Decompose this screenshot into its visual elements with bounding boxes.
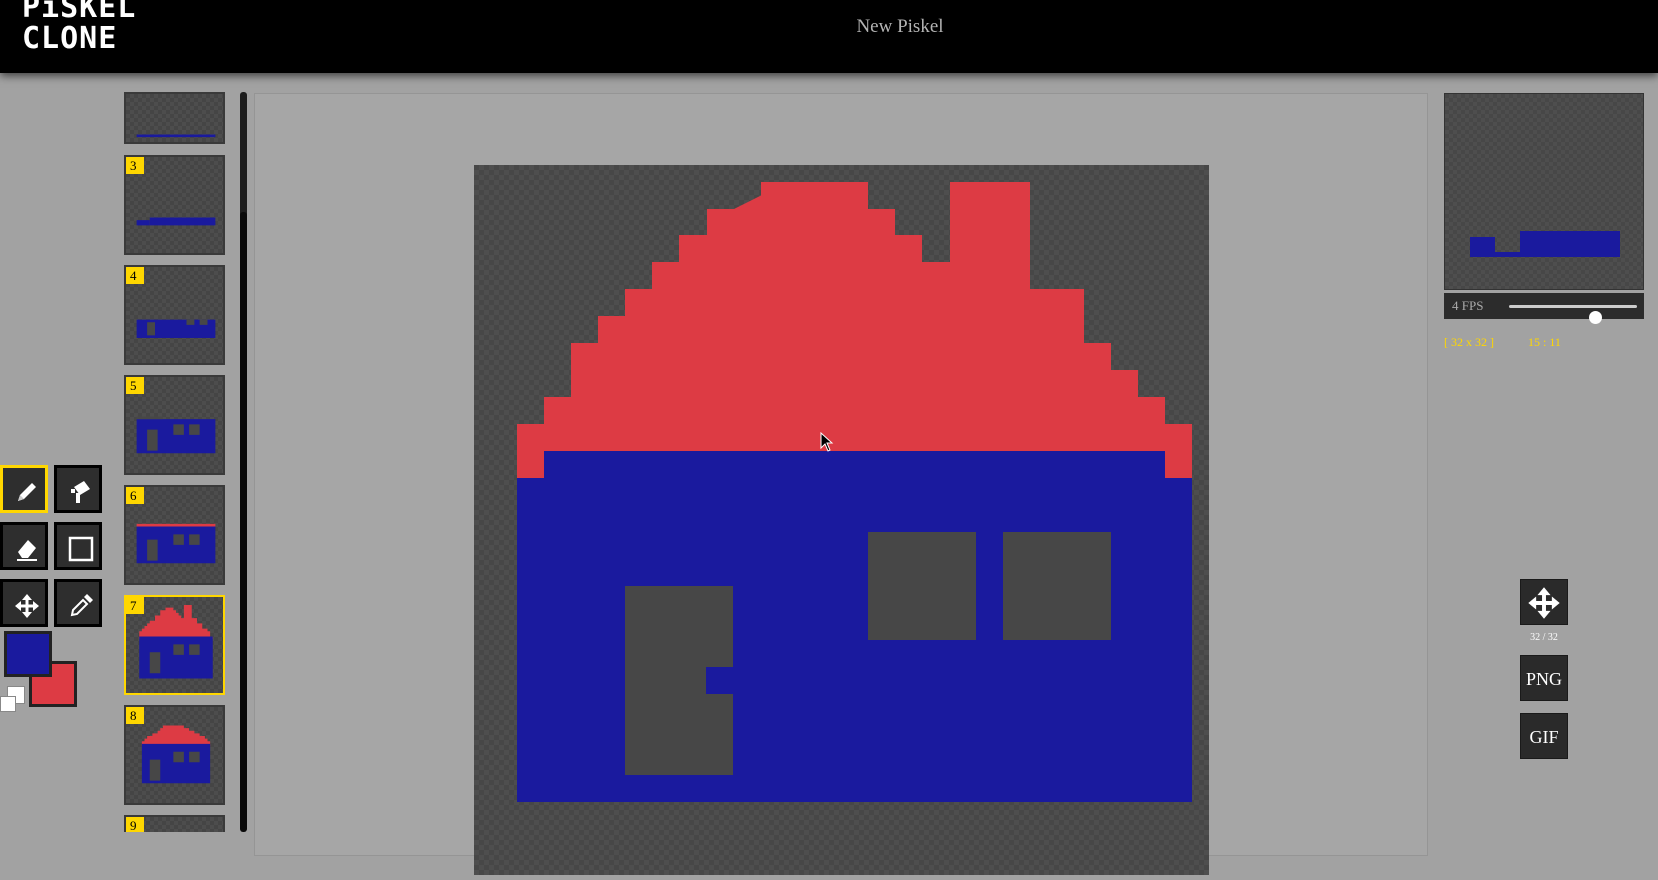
- move-arrows-icon: [1528, 587, 1560, 619]
- canvas-size-indicator: [ 32 x 32 ]: [1444, 335, 1494, 349]
- frame-thumbnail[interactable]: 5: [124, 375, 225, 475]
- frame-preview: [139, 605, 213, 679]
- frame-preview: [141, 725, 211, 784]
- move-tool-button[interactable]: [0, 579, 48, 627]
- frames-list: 3 4 5 6 7 8 9: [124, 92, 226, 832]
- frame-thumbnail[interactable]: 3: [124, 155, 225, 255]
- frames-scrollbar-thumb[interactable]: [240, 212, 247, 832]
- frame-thumbnail-selected[interactable]: 7: [124, 595, 225, 695]
- fps-label: 4 FPS: [1452, 298, 1484, 313]
- primary-color-swatch[interactable]: [4, 631, 52, 677]
- frames-scrollbar[interactable]: [240, 92, 247, 832]
- frame-preview: [136, 319, 216, 338]
- pixel-art-house: [517, 182, 1192, 802]
- fps-slider-knob[interactable]: [1589, 311, 1602, 324]
- frame-thumbnail[interactable]: 9: [124, 815, 225, 832]
- pencil-icon: [18, 483, 36, 501]
- eraser-tool-button[interactable]: [0, 522, 48, 570]
- mouse-cursor-icon: [820, 432, 834, 452]
- top-bar: PiSKEL CLONE New Piskel: [0, 0, 1658, 73]
- eraser-icon: [17, 540, 37, 561]
- fps-slider[interactable]: [1509, 305, 1637, 324]
- frame-preview: [136, 217, 216, 226]
- frame-thumbnail[interactable]: [124, 92, 225, 144]
- fps-control: 4 FPS: [1444, 293, 1644, 324]
- frame-thumbnail[interactable]: 6: [124, 485, 225, 585]
- move-arrows-icon: [15, 594, 39, 618]
- frame-preview: [136, 523, 216, 564]
- color-picker-tool-button[interactable]: [54, 579, 102, 627]
- reset-colors-icon[interactable]: [0, 696, 16, 712]
- export-png-button[interactable]: PNG: [1520, 655, 1568, 701]
- rectangle-tool-button[interactable]: [54, 522, 102, 570]
- preview-image: [1470, 231, 1620, 257]
- paint-bucket-icon: [71, 481, 90, 503]
- cursor-coordinates: 15 : 11: [1528, 335, 1561, 349]
- paint-bucket-tool-button[interactable]: [54, 465, 102, 513]
- export-gif-button[interactable]: GIF: [1520, 713, 1568, 759]
- eyedropper-icon: [70, 594, 93, 617]
- frame-thumbnail[interactable]: 8: [124, 705, 225, 805]
- resize-label: 32 / 32: [1530, 632, 1558, 643]
- drawing-canvas[interactable]: [474, 165, 1209, 875]
- rectangle-icon: [68, 536, 94, 562]
- pen-tool-button[interactable]: [0, 465, 48, 513]
- document-title[interactable]: New Piskel: [0, 16, 1658, 38]
- resize-button[interactable]: [1520, 579, 1568, 625]
- frame-preview: [136, 416, 216, 454]
- frame-number: 9: [126, 817, 144, 832]
- animation-preview: [1444, 93, 1644, 290]
- frame-thumbnail[interactable]: 4: [124, 265, 225, 365]
